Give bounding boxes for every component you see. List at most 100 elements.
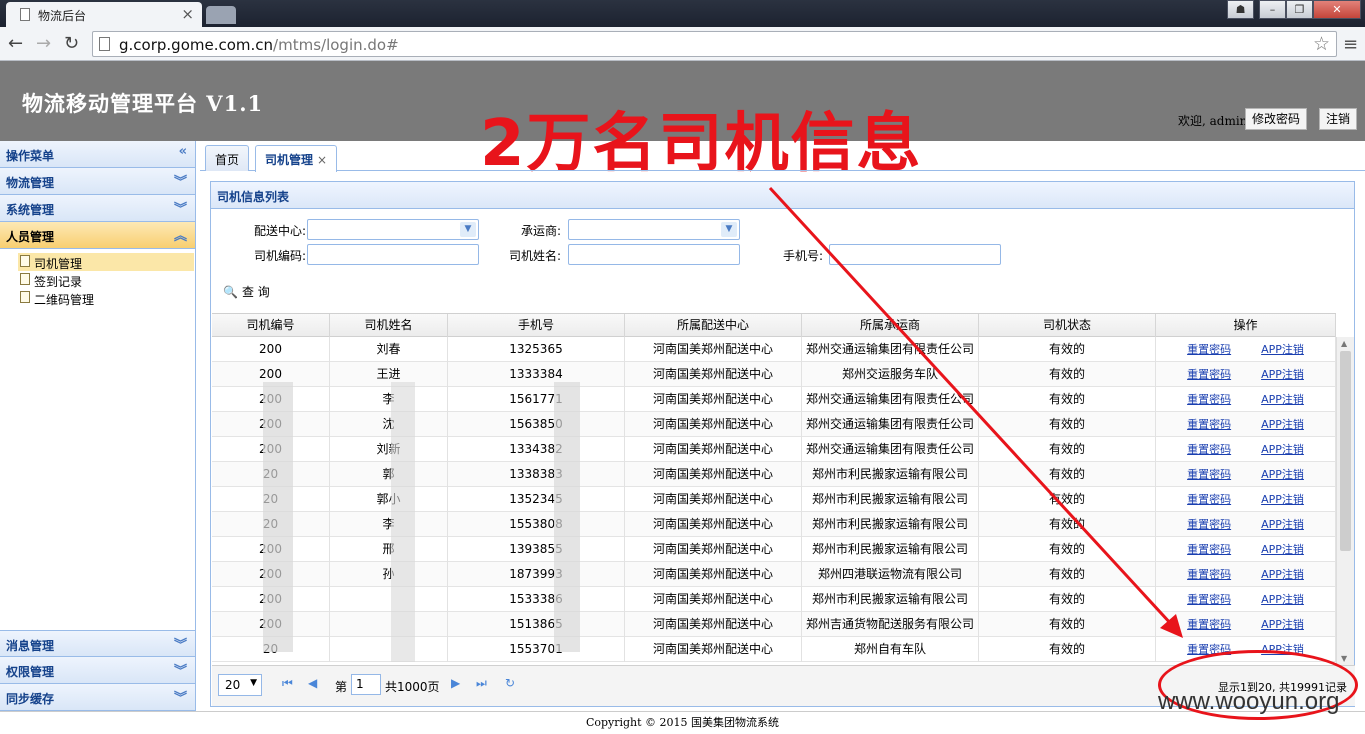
close-tab-icon[interactable]: × [181,5,194,23]
sidebar-item-checkin-records[interactable]: 签到记录 [18,271,194,289]
window-close-icon[interactable]: ✕ [1313,0,1361,19]
sidebar-menu-title[interactable]: 操作菜单 « [0,141,195,168]
table-row[interactable]: 201553701河南国美郑州配送中心郑州自有车队有效的重置密码APP注销 [212,637,1336,662]
reset-password-link[interactable]: 重置密码 [1187,418,1231,431]
chevron-down-icon[interactable]: ▼ [460,222,476,237]
driver-code-input[interactable] [307,244,479,265]
app-logout-link[interactable]: APP注销 [1261,593,1304,606]
scroll-up-icon[interactable]: ▲ [1341,339,1347,348]
vertical-scrollbar[interactable]: ▲ ▼ [1336,337,1354,665]
column-header[interactable]: 司机状态 [979,314,1156,337]
sidebar-section-logistics[interactable]: 物流管理 ︾ [0,168,195,195]
maximize-icon[interactable]: ❐ [1286,0,1313,19]
table-cell [330,587,448,612]
scroll-thumb[interactable] [1340,351,1351,551]
browser-tab[interactable]: 物流后台 × [6,2,202,27]
sidebar-section-permissions[interactable]: 权限管理 ︾ [0,657,195,684]
reset-password-link[interactable]: 重置密码 [1187,593,1231,606]
table-row[interactable]: 200邢1393855河南国美郑州配送中心郑州市利民搬家运输有限公司有效的重置密… [212,537,1336,562]
reset-password-link[interactable]: 重置密码 [1187,543,1231,556]
collapse-left-icon[interactable]: « [179,144,187,159]
reset-password-link[interactable]: 重置密码 [1187,393,1231,406]
bookmark-star-icon[interactable]: ☆ [1313,33,1330,55]
last-page-icon[interactable]: ⏭ [476,676,487,691]
column-header[interactable]: 所属配送中心 [625,314,802,337]
sidebar-item-driver-management[interactable]: 司机管理 [18,253,194,271]
table-cell-actions: 重置密码 APP注销 [1156,512,1336,537]
prev-page-icon[interactable]: ◀ [308,676,317,690]
reset-password-link[interactable]: 重置密码 [1187,443,1231,456]
column-header[interactable]: 操作 [1156,314,1336,337]
app-logout-link[interactable]: APP注销 [1261,368,1304,381]
table-row[interactable]: 200刘新1334382河南国美郑州配送中心郑州交通运输集团有限责任公司有效的重… [212,437,1336,462]
app-logout-link[interactable]: APP注销 [1261,618,1304,631]
carrier-select[interactable]: ▼ [568,219,740,240]
reset-password-link[interactable]: 重置密码 [1187,343,1231,356]
forward-arrow-icon[interactable]: → [36,33,51,54]
table-row[interactable]: 2001533386河南国美郑州配送中心郑州市利民搬家运输有限公司有效的重置密码… [212,587,1336,612]
table-cell: 1513865 [448,612,625,637]
tab-driver-management[interactable]: 司机管理 × [255,145,338,172]
reset-password-link[interactable]: 重置密码 [1187,518,1231,531]
user-profile-icon[interactable]: ☗ [1227,0,1254,19]
reset-password-link[interactable]: 重置密码 [1187,468,1231,481]
reload-icon[interactable]: ↻ [64,33,79,54]
sidebar-item-qrcode-management[interactable]: 二维码管理 [18,289,194,307]
column-header[interactable]: 司机编号 [212,314,330,337]
search-button[interactable]: 🔍 查 询 [223,283,270,303]
page-icon [99,37,110,51]
app-logout-link[interactable]: APP注销 [1261,343,1304,356]
table-row[interactable]: 20李1553808河南国美郑州配送中心郑州市利民搬家运输有限公司有效的重置密码… [212,512,1336,537]
scroll-down-icon[interactable]: ▼ [1341,654,1347,663]
refresh-icon[interactable]: ↻ [505,676,515,690]
table-row[interactable]: 200 刘春 1325365 河南国美郑州配送中心 郑州交通运输集团有限责任公司 有效的重… [212,337,1336,362]
column-header[interactable]: 手机号 [448,314,625,337]
sidebar-section-sync-cache[interactable]: 同步缓存 ︾ [0,684,195,711]
column-header[interactable]: 司机姓名 [330,314,448,337]
table-row[interactable]: 20郭小1352345河南国美郑州配送中心郑州市利民搬家运输有限公司有效的重置密… [212,487,1336,512]
table-row[interactable]: 2001513865河南国美郑州配送中心郑州吉通货物配送服务有限公司有效的重置密… [212,612,1336,637]
app-logout-link[interactable]: APP注销 [1261,418,1304,431]
reset-password-link[interactable]: 重置密码 [1187,618,1231,631]
app-logout-link[interactable]: APP注销 [1261,468,1304,481]
chevron-down-icon[interactable]: ▼ [721,222,737,237]
app-logout-link[interactable]: APP注销 [1261,493,1304,506]
app-logout-link[interactable]: APP注销 [1261,393,1304,406]
table-cell: 1563850 [448,412,625,437]
reset-password-link[interactable]: 重置密码 [1187,368,1231,381]
back-arrow-icon[interactable]: ← [8,33,23,54]
table-row[interactable]: 200 王进 1333384 河南国美郑州配送中心 郑州交运服务车队 有效的 重置密码 APP… [212,362,1336,387]
app-logout-link[interactable]: APP注销 [1261,568,1304,581]
column-header[interactable]: 所属承运商 [802,314,979,337]
app-logout-link[interactable]: APP注销 [1261,443,1304,456]
first-page-icon[interactable]: ⏮ [282,676,293,691]
table-row[interactable]: 20郭1338383河南国美郑州配送中心郑州市利民搬家运输有限公司有效的重置密码… [212,462,1336,487]
sidebar-section-personnel[interactable]: 人员管理 ︽ [0,222,195,249]
address-bar[interactable]: g.corp.gome.com.cn/mtms/login.do# ☆ [92,31,1337,57]
table-cell: 1338383 [448,462,625,487]
close-tab-icon[interactable]: × [317,153,327,167]
app-logout-link[interactable]: APP注销 [1261,543,1304,556]
table-row[interactable]: 200孙1873993河南国美郑州配送中心郑州四港联运物流有限公司有效的重置密码… [212,562,1336,587]
table-row[interactable]: 200沈1563850河南国美郑州配送中心郑州交通运输集团有限责任公司有效的重置… [212,412,1336,437]
app-logout-link[interactable]: APP注销 [1261,518,1304,531]
driver-name-input[interactable] [568,244,740,265]
table-row[interactable]: 200李1561771河南国美郑州配送中心郑州交通运输集团有限责任公司有效的重置… [212,387,1336,412]
new-tab-button[interactable] [206,6,236,24]
table-cell: 郑州自有车队 [802,637,979,662]
next-page-icon[interactable]: ▶ [451,676,460,690]
table-cell: 刘新 [330,437,448,462]
page-size-select[interactable]: 20 ▼ [218,674,262,696]
minimize-icon[interactable]: – [1259,0,1286,19]
sidebar-section-messages[interactable]: 消息管理 ︾ [0,630,195,657]
reset-password-link[interactable]: 重置密码 [1187,568,1231,581]
reset-password-link[interactable]: 重置密码 [1187,493,1231,506]
sidebar-section-system[interactable]: 系统管理 ︾ [0,195,195,222]
change-password-button[interactable]: 修改密码 [1245,108,1308,130]
page-number-input[interactable]: 1 [351,674,381,695]
phone-input[interactable] [829,244,1001,265]
tab-home[interactable]: 首页 [205,145,250,171]
logout-button[interactable]: 注销 [1319,108,1358,130]
center-select[interactable]: ▼ [307,219,479,240]
browser-menu-icon[interactable]: ≡ [1343,34,1358,55]
